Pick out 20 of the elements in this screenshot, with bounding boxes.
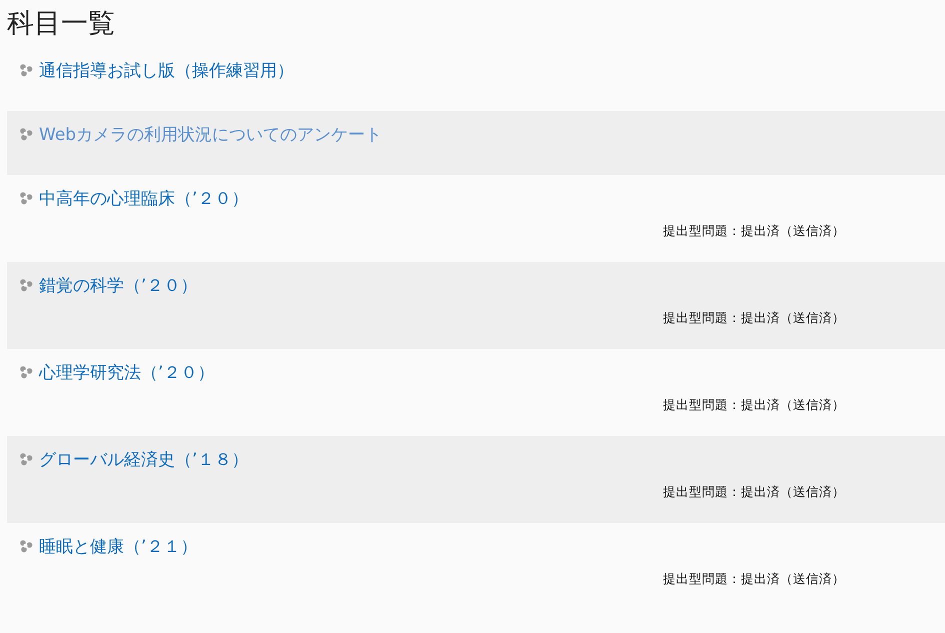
course-link[interactable]: 中高年の心理臨床（’２０） bbox=[39, 186, 248, 210]
submission-status: 提出型問題：提出済（送信済） bbox=[663, 310, 845, 325]
submission-status: 提出型問題：提出済（送信済） bbox=[663, 397, 845, 412]
course-icon bbox=[19, 127, 33, 141]
course-link[interactable]: 通信指導お試し版（操作練習用） bbox=[39, 58, 294, 82]
course-link[interactable]: グローバル経済史（’１８） bbox=[39, 448, 248, 470]
course-icon bbox=[19, 365, 33, 379]
submission-status: 提出型問題：提出済（送信済） bbox=[663, 223, 845, 238]
submission-status: 提出型問題：提出済（送信済） bbox=[663, 571, 845, 586]
course-link[interactable]: 錯覚の科学（’２０） bbox=[39, 274, 198, 296]
course-link[interactable]: 心理学研究法（’２０） bbox=[39, 360, 214, 384]
course-link[interactable]: 睡眠と健康（’２１） bbox=[39, 534, 198, 558]
course-icon bbox=[19, 452, 33, 466]
course-link[interactable]: Webカメラの利用状況についてのアンケート bbox=[39, 122, 382, 146]
course-icon bbox=[19, 278, 33, 292]
submission-status: 提出型問題：提出済（送信済） bbox=[663, 484, 845, 499]
course-icon bbox=[19, 191, 33, 205]
course-icon bbox=[19, 539, 33, 553]
course-icon bbox=[19, 63, 33, 77]
page-title: 科目一覧 bbox=[7, 7, 116, 41]
